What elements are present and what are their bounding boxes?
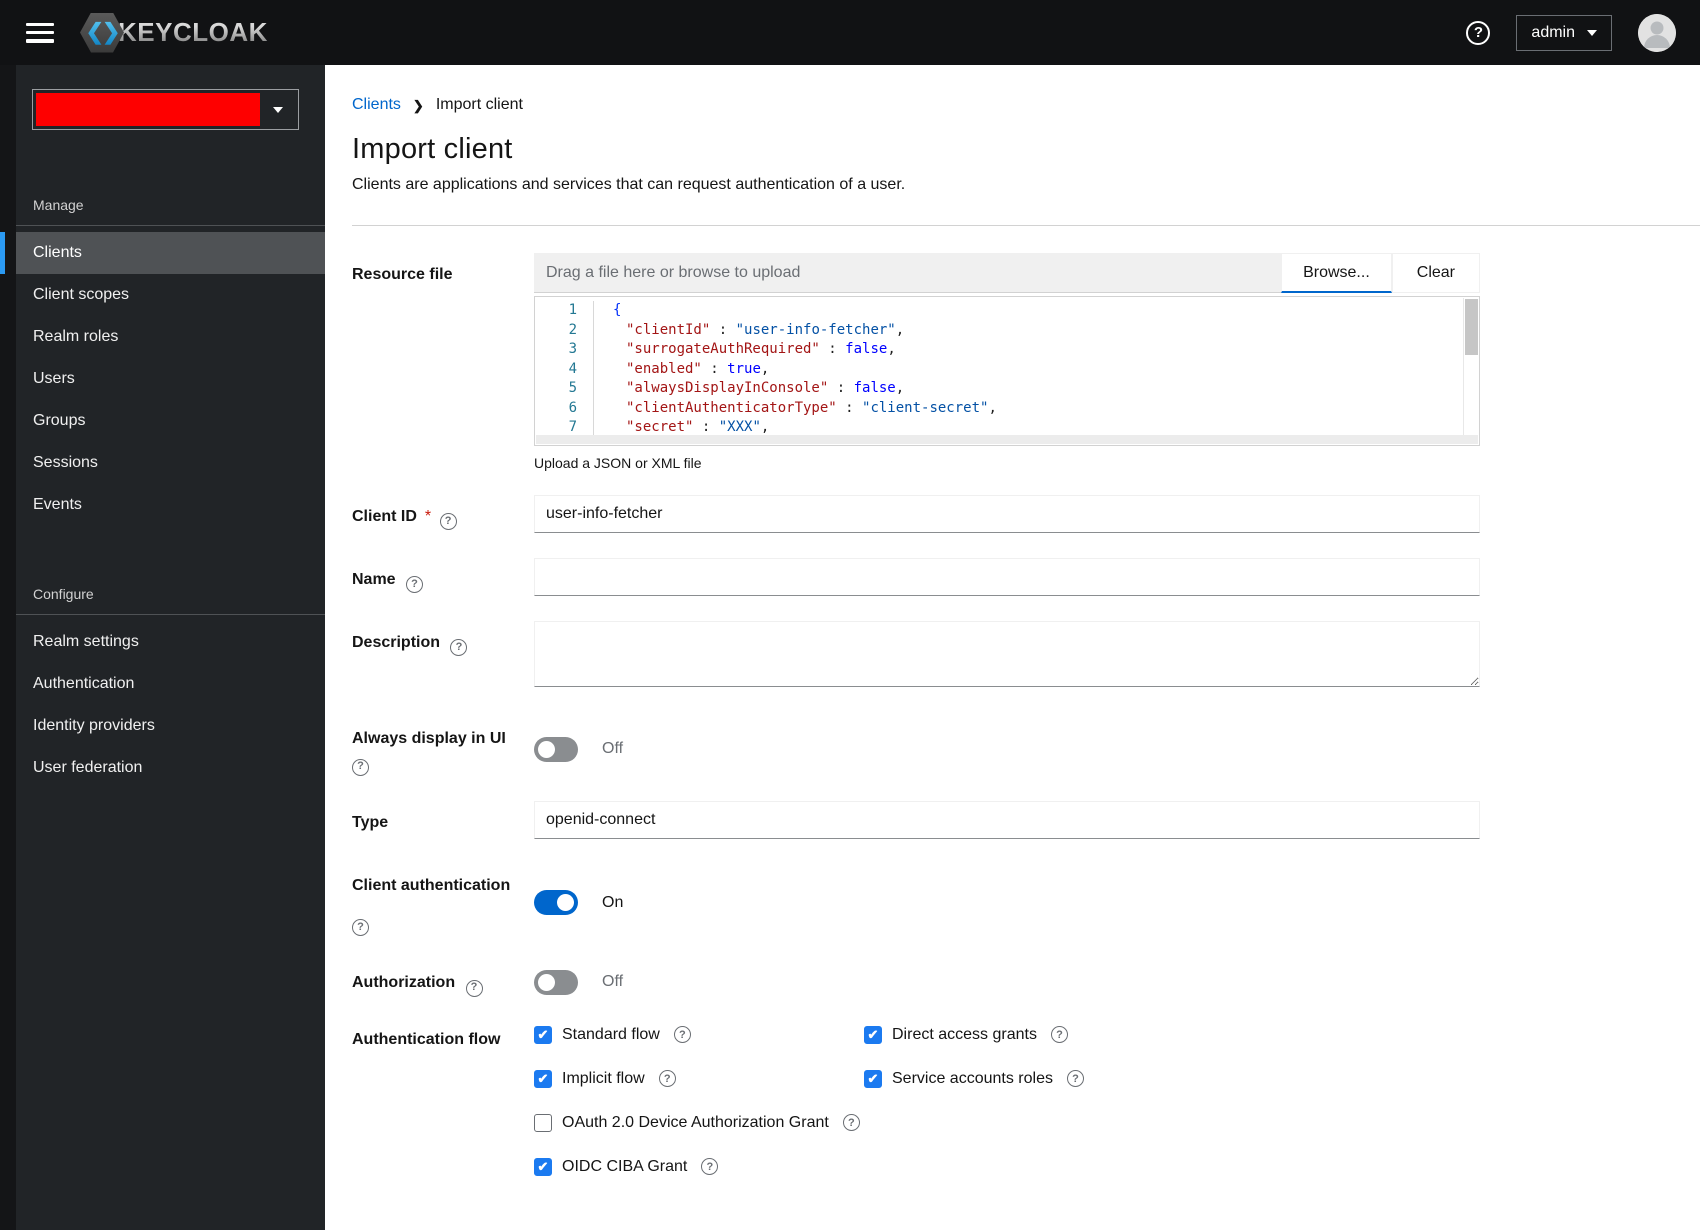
client-auth-toggle[interactable] xyxy=(534,890,578,916)
sidebar-item-user-federation[interactable]: User federation xyxy=(16,747,325,789)
page-subtitle: Clients are applications and services th… xyxy=(352,176,906,193)
chevron-right-icon: ❯ xyxy=(412,98,424,113)
toggle-state: Off xyxy=(602,740,624,758)
sidebar-item-clients[interactable]: Clients xyxy=(0,232,325,274)
checkbox-direct-access-grants: ✔ Direct access grants ? xyxy=(864,1025,1480,1044)
help-icon[interactable]: ? xyxy=(465,979,483,997)
sidebar-item-realm-settings[interactable]: Realm settings xyxy=(16,621,325,663)
sidebar-item-authentication[interactable]: Authentication xyxy=(16,663,325,705)
page-title: Import client xyxy=(352,133,513,165)
check-icon: ✔ xyxy=(867,1026,879,1042)
required-asterisk: * xyxy=(424,508,432,525)
masthead: ❮❯ KEYCLOAK ? admin xyxy=(0,0,1700,65)
nav-section-configure: Configure xyxy=(33,586,94,602)
checkbox[interactable]: ✔ xyxy=(534,1157,552,1176)
user-avatar-icon xyxy=(1638,13,1676,52)
checkbox-standard-flow: ✔ Standard flow ? xyxy=(534,1025,864,1044)
nav-toggle-icon[interactable] xyxy=(26,22,54,43)
checkbox-oidc-ciba-grant: ✔ OIDC CIBA Grant ? xyxy=(534,1157,1480,1176)
code-line: 5 "alwaysDisplayInConsole" : false, xyxy=(535,379,1479,399)
code-line: 3 "surrogateAuthRequired" : false, xyxy=(535,340,1479,360)
check-icon: ✔ xyxy=(537,1158,549,1174)
sidebar: Manage Clients Client scopes Realm roles… xyxy=(0,65,325,1230)
brand-text: KEYCLOAK xyxy=(118,17,268,47)
toggle-state: Off xyxy=(602,973,624,991)
check-icon: ✔ xyxy=(537,1070,549,1086)
checkbox[interactable] xyxy=(534,1113,552,1132)
main-content: Clients ❯ Import client Import client Cl… xyxy=(325,65,1700,1230)
help-icon[interactable]: ? xyxy=(1466,20,1491,45)
realm-name-redacted xyxy=(36,93,260,126)
resource-file-label: Resource file xyxy=(352,266,453,283)
authorization-label: Authorization ? xyxy=(352,961,528,997)
sidebar-item-realm-roles[interactable]: Realm roles xyxy=(16,316,325,358)
json-code-editor[interactable]: 1 { 2 "clientId" : "user-info-fetcher", … xyxy=(534,296,1480,446)
authorization-toggle[interactable] xyxy=(534,969,578,995)
description-textarea[interactable] xyxy=(534,621,1480,687)
checkbox-oauth-device-grant: OAuth 2.0 Device Authorization Grant ? xyxy=(534,1113,1480,1132)
help-icon[interactable]: ? xyxy=(352,758,369,776)
clear-button[interactable]: Clear xyxy=(1391,253,1480,293)
client-auth-label: Client authentication ? xyxy=(352,864,528,937)
divider xyxy=(16,225,325,226)
checkbox[interactable]: ✔ xyxy=(864,1025,882,1044)
check-icon: ✔ xyxy=(867,1070,879,1086)
sidebar-item-identity-providers[interactable]: Identity providers xyxy=(16,705,325,747)
toggle-state: On xyxy=(602,893,624,911)
divider xyxy=(16,614,325,615)
help-icon[interactable]: ? xyxy=(1050,1026,1068,1044)
editor-horizontal-scrollbar[interactable] xyxy=(536,435,1478,444)
editor-vertical-scrollbar[interactable] xyxy=(1463,298,1478,436)
checkbox[interactable]: ✔ xyxy=(534,1069,552,1088)
realm-selector[interactable] xyxy=(32,89,299,130)
code-line: 2 "clientId" : "user-info-fetcher", xyxy=(535,320,1479,340)
help-icon[interactable]: ? xyxy=(658,1070,676,1088)
code-line: 6 "clientAuthenticatorType" : "client-se… xyxy=(535,398,1479,418)
sidebar-item-users[interactable]: Users xyxy=(16,358,325,400)
code-line: 4 "enabled" : true, xyxy=(535,359,1479,379)
breadcrumb-current: Import client xyxy=(435,96,523,113)
help-icon[interactable]: ? xyxy=(450,639,468,657)
always-display-toggle[interactable] xyxy=(534,736,578,762)
sidebar-item-client-scopes[interactable]: Client scopes xyxy=(16,274,325,316)
help-icon[interactable]: ? xyxy=(842,1114,860,1132)
name-input[interactable] xyxy=(534,558,1480,596)
breadcrumb: Clients ❯ Import client xyxy=(352,96,1700,114)
checkbox-implicit-flow: ✔ Implicit flow ? xyxy=(534,1069,864,1088)
user-name: admin xyxy=(1531,23,1575,41)
avatar[interactable] xyxy=(1638,13,1676,52)
code-line: 1 { xyxy=(535,301,1479,321)
help-icon[interactable]: ? xyxy=(352,919,369,937)
user-dropdown[interactable]: admin xyxy=(1516,14,1612,51)
client-id-label: Client ID * ? xyxy=(352,495,528,533)
check-icon: ✔ xyxy=(537,1026,549,1042)
name-label: Name ? xyxy=(352,558,528,596)
browse-button[interactable]: Browse... xyxy=(1281,253,1392,293)
help-icon[interactable]: ? xyxy=(1066,1070,1084,1088)
file-upload-input[interactable] xyxy=(534,253,1282,293)
nav-section-manage: Manage xyxy=(33,197,84,213)
help-icon[interactable]: ? xyxy=(406,576,424,594)
checkbox-service-accounts-roles: ✔ Service accounts roles ? xyxy=(864,1069,1480,1088)
description-label: Description ? xyxy=(352,621,528,692)
chevron-down-icon xyxy=(1587,29,1597,36)
sidebar-item-sessions[interactable]: Sessions xyxy=(16,442,325,484)
upload-helper-text: Upload a JSON or XML file xyxy=(534,455,702,471)
auth-flow-label: Authentication flow xyxy=(352,1030,501,1048)
keycloak-logo: ❮❯ KEYCLOAK xyxy=(80,12,268,53)
help-icon[interactable]: ? xyxy=(439,513,457,531)
chevron-down-icon xyxy=(273,106,283,113)
help-icon[interactable]: ? xyxy=(673,1026,691,1044)
client-id-input[interactable] xyxy=(534,495,1480,533)
sidebar-item-groups[interactable]: Groups xyxy=(16,400,325,442)
always-display-label: Always display in UI ? xyxy=(352,717,528,776)
help-icon[interactable]: ? xyxy=(701,1158,719,1176)
sidebar-item-events[interactable]: Events xyxy=(16,484,325,526)
breadcrumb-clients-link[interactable]: Clients xyxy=(352,96,401,114)
type-label: Type xyxy=(352,813,389,831)
type-input[interactable] xyxy=(534,800,1480,839)
checkbox[interactable]: ✔ xyxy=(534,1025,552,1044)
checkbox[interactable]: ✔ xyxy=(864,1069,882,1088)
